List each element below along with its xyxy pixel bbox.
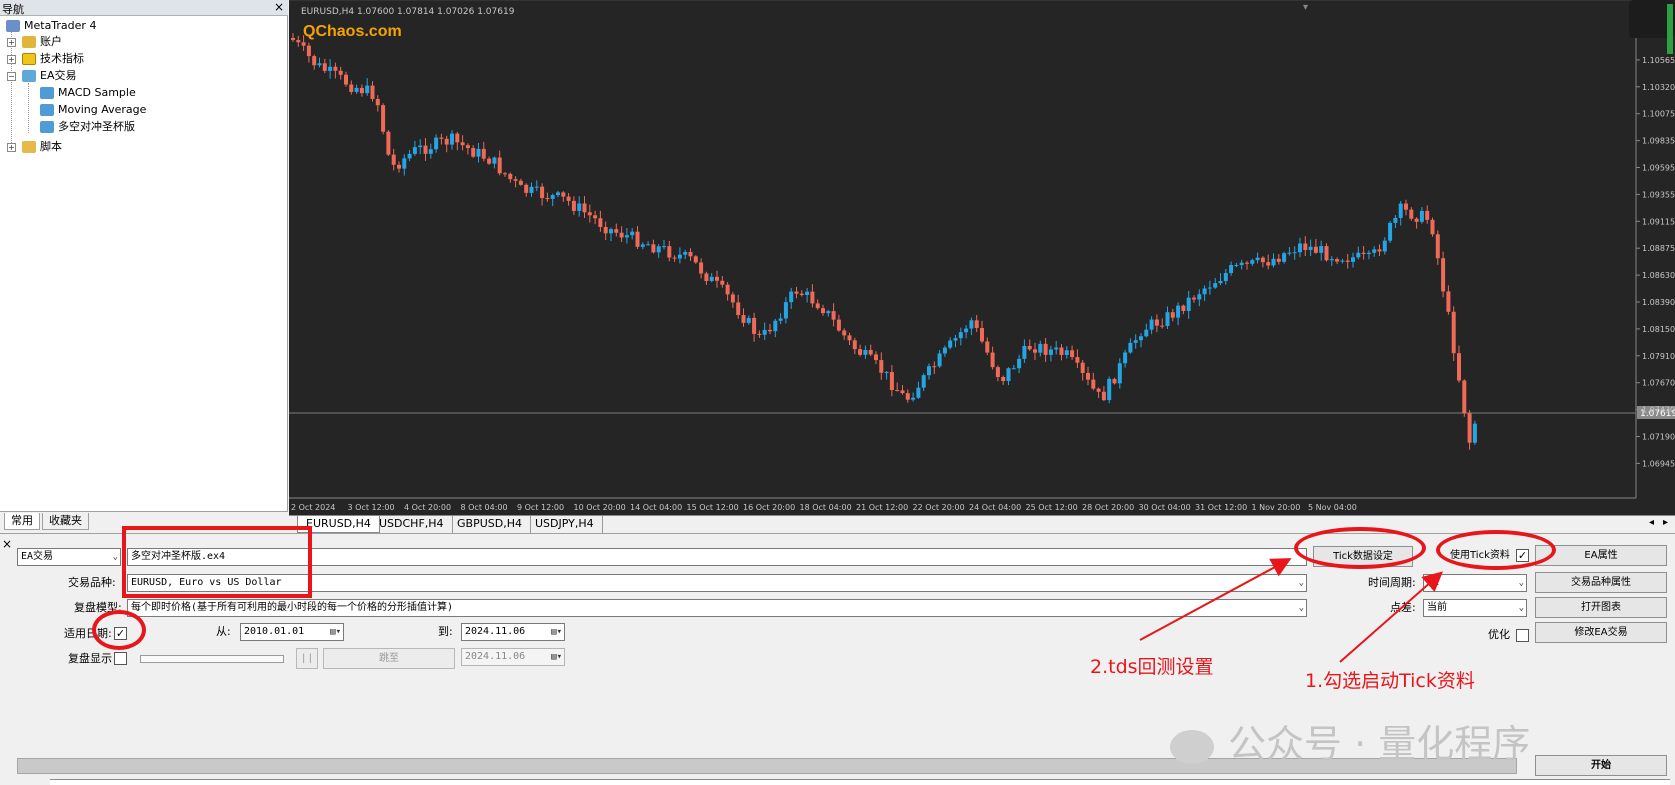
page-watermark: 公众号 · 量化程序 — [1170, 713, 1530, 768]
wechat-icon — [1170, 729, 1214, 764]
watermark-text: 公众号 · 量化程序 — [1228, 722, 1531, 766]
annotation-note-tick: 1.勾选启动Tick资料 — [1305, 670, 1475, 692]
annotation-note-tds: 2.tds回测设置 — [1090, 656, 1214, 678]
arrow-to-tick-settings — [1139, 558, 1292, 641]
arrow-to-use-tick — [1339, 571, 1444, 663]
